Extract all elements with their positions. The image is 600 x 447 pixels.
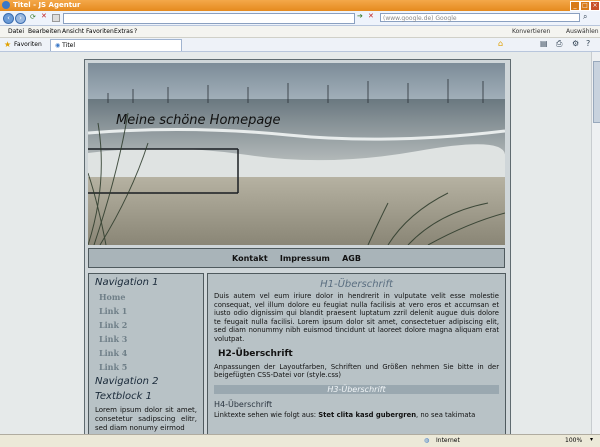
- address-toolbar: ‹ › ⟳ ✕ ➔ ✕ (www.google.de) Google ⌕: [0, 11, 600, 26]
- menu-item-view[interactable]: Ansicht: [62, 28, 84, 35]
- nav-link-agb[interactable]: AGB: [342, 254, 361, 263]
- menu-item-file[interactable]: Datei: [8, 28, 24, 35]
- menu-item-help[interactable]: ?: [134, 28, 137, 35]
- print-icon[interactable]: ⎙: [556, 39, 562, 49]
- tab-label: Titel: [62, 42, 76, 49]
- tools-icon[interactable]: ⚙: [572, 39, 579, 48]
- sidebar-nav2-title: Navigation 2: [95, 376, 159, 387]
- menu-item-favorites[interactable]: Favoriten: [86, 28, 114, 35]
- sidebar-link-4[interactable]: Link 4: [95, 348, 203, 358]
- convert-button[interactable]: Konvertieren: [512, 28, 550, 35]
- minimize-button[interactable]: _: [570, 1, 580, 11]
- help-icon[interactable]: ?: [586, 39, 590, 48]
- heading-h4: H4-Überschrift: [214, 399, 273, 409]
- select-button[interactable]: Auswählen: [566, 28, 599, 35]
- browser-icon: [2, 1, 10, 9]
- paragraph-1: Duis autem vel eum iriure dolor in hendr…: [214, 292, 499, 343]
- heading-h3: H3-Überschrift: [214, 384, 499, 394]
- paragraph-3-start: Linktexte sehen wie folgt aus:: [214, 410, 319, 419]
- site-title: Meine schöne Homepage: [116, 113, 281, 128]
- sidebar-link-3[interactable]: Link 3: [95, 334, 203, 344]
- nav-link-kontakt[interactable]: Kontakt: [232, 254, 268, 263]
- window-title: Titel - JS Agentur: [13, 1, 81, 9]
- globe-icon: ◍: [424, 437, 430, 444]
- nav-link-impressum[interactable]: Impressum: [280, 254, 330, 263]
- status-bar: ◍ Internet 100% ▾: [0, 434, 600, 447]
- menu-item-edit[interactable]: Bearbeiten: [28, 28, 61, 35]
- status-zone: Internet: [436, 437, 460, 444]
- favorites-star-icon: ★: [4, 40, 12, 49]
- stop-icon[interactable]: ✕: [41, 12, 48, 20]
- header-image: Meine schöne Homepage: [88, 63, 505, 245]
- page-menu-icon[interactable]: ▤: [540, 39, 548, 48]
- textblock-text: Lorem ipsum dolor sit amet, consetetur s…: [95, 406, 197, 432]
- site-container: Meine schöne Homepage Kontakt Impressum …: [84, 59, 511, 434]
- refresh-icon[interactable]: ⟳: [30, 13, 37, 21]
- menu-item-tools[interactable]: Extras: [114, 28, 133, 35]
- tab-page-icon: ◉: [55, 42, 61, 49]
- sidebar-nav1-title: Navigation 1: [95, 277, 159, 288]
- sidebar-link-2[interactable]: Link 2: [95, 320, 203, 330]
- zoom-dropdown-icon[interactable]: ▾: [590, 436, 593, 443]
- maximize-button[interactable]: □: [580, 1, 590, 11]
- paragraph-3-end: , no sea takimata: [416, 410, 476, 419]
- close-button[interactable]: ×: [590, 1, 600, 11]
- page-icon: [52, 14, 60, 22]
- heading-h2: H2-Überschrift: [218, 348, 293, 359]
- address-bar[interactable]: [63, 13, 355, 24]
- search-input[interactable]: (www.google.de) Google: [380, 13, 580, 22]
- zoom-level[interactable]: 100%: [565, 437, 582, 444]
- beach-photo: [88, 63, 505, 245]
- page-viewport: Meine schöne Homepage Kontakt Impressum …: [0, 52, 591, 434]
- paragraph-2: Anpassungen der Layoutfarben, Schriften …: [214, 362, 499, 380]
- top-navigation: Kontakt Impressum AGB: [88, 248, 505, 268]
- sidebar-link-home[interactable]: Home: [95, 292, 203, 302]
- go-icon[interactable]: ➔: [357, 12, 364, 20]
- search-icon[interactable]: ⌕: [583, 12, 590, 21]
- scrollbar-thumb[interactable]: [593, 61, 600, 123]
- heading-h1: H1-Überschrift: [320, 279, 393, 290]
- sidebar: Navigation 1 Home Link 1 Link 2 Link 3 L…: [88, 273, 204, 434]
- sidebar-link-5[interactable]: Link 5: [95, 362, 203, 372]
- tab-title[interactable]: ◉ Titel: [50, 39, 182, 51]
- textblock-title: Textblock 1: [95, 391, 152, 402]
- vertical-scrollbar[interactable]: [591, 52, 600, 434]
- main-content: H1-Überschrift Duis autem vel eum iriure…: [207, 273, 506, 434]
- favorites-button[interactable]: Favoriten: [14, 41, 42, 48]
- home-icon[interactable]: ⌂: [498, 39, 503, 48]
- paragraph-3: Linktexte sehen wie folgt aus: Stet clit…: [214, 411, 499, 420]
- sidebar-link-1[interactable]: Link 1: [95, 306, 203, 316]
- window-titlebar: Titel - JS Agentur _ □ ×: [0, 0, 600, 11]
- menu-bar: Datei Bearbeiten Ansicht Favoriten Extra…: [0, 26, 600, 38]
- back-button[interactable]: ‹: [3, 13, 14, 24]
- inline-link[interactable]: Stet clita kasd gubergren: [318, 411, 416, 419]
- favorites-bar: ★ Favoriten ◉ Titel ⌂ ▤ ⎙ ⚙ ?: [0, 38, 600, 52]
- refresh-red-icon[interactable]: ✕: [368, 12, 375, 20]
- forward-button[interactable]: ›: [15, 13, 26, 24]
